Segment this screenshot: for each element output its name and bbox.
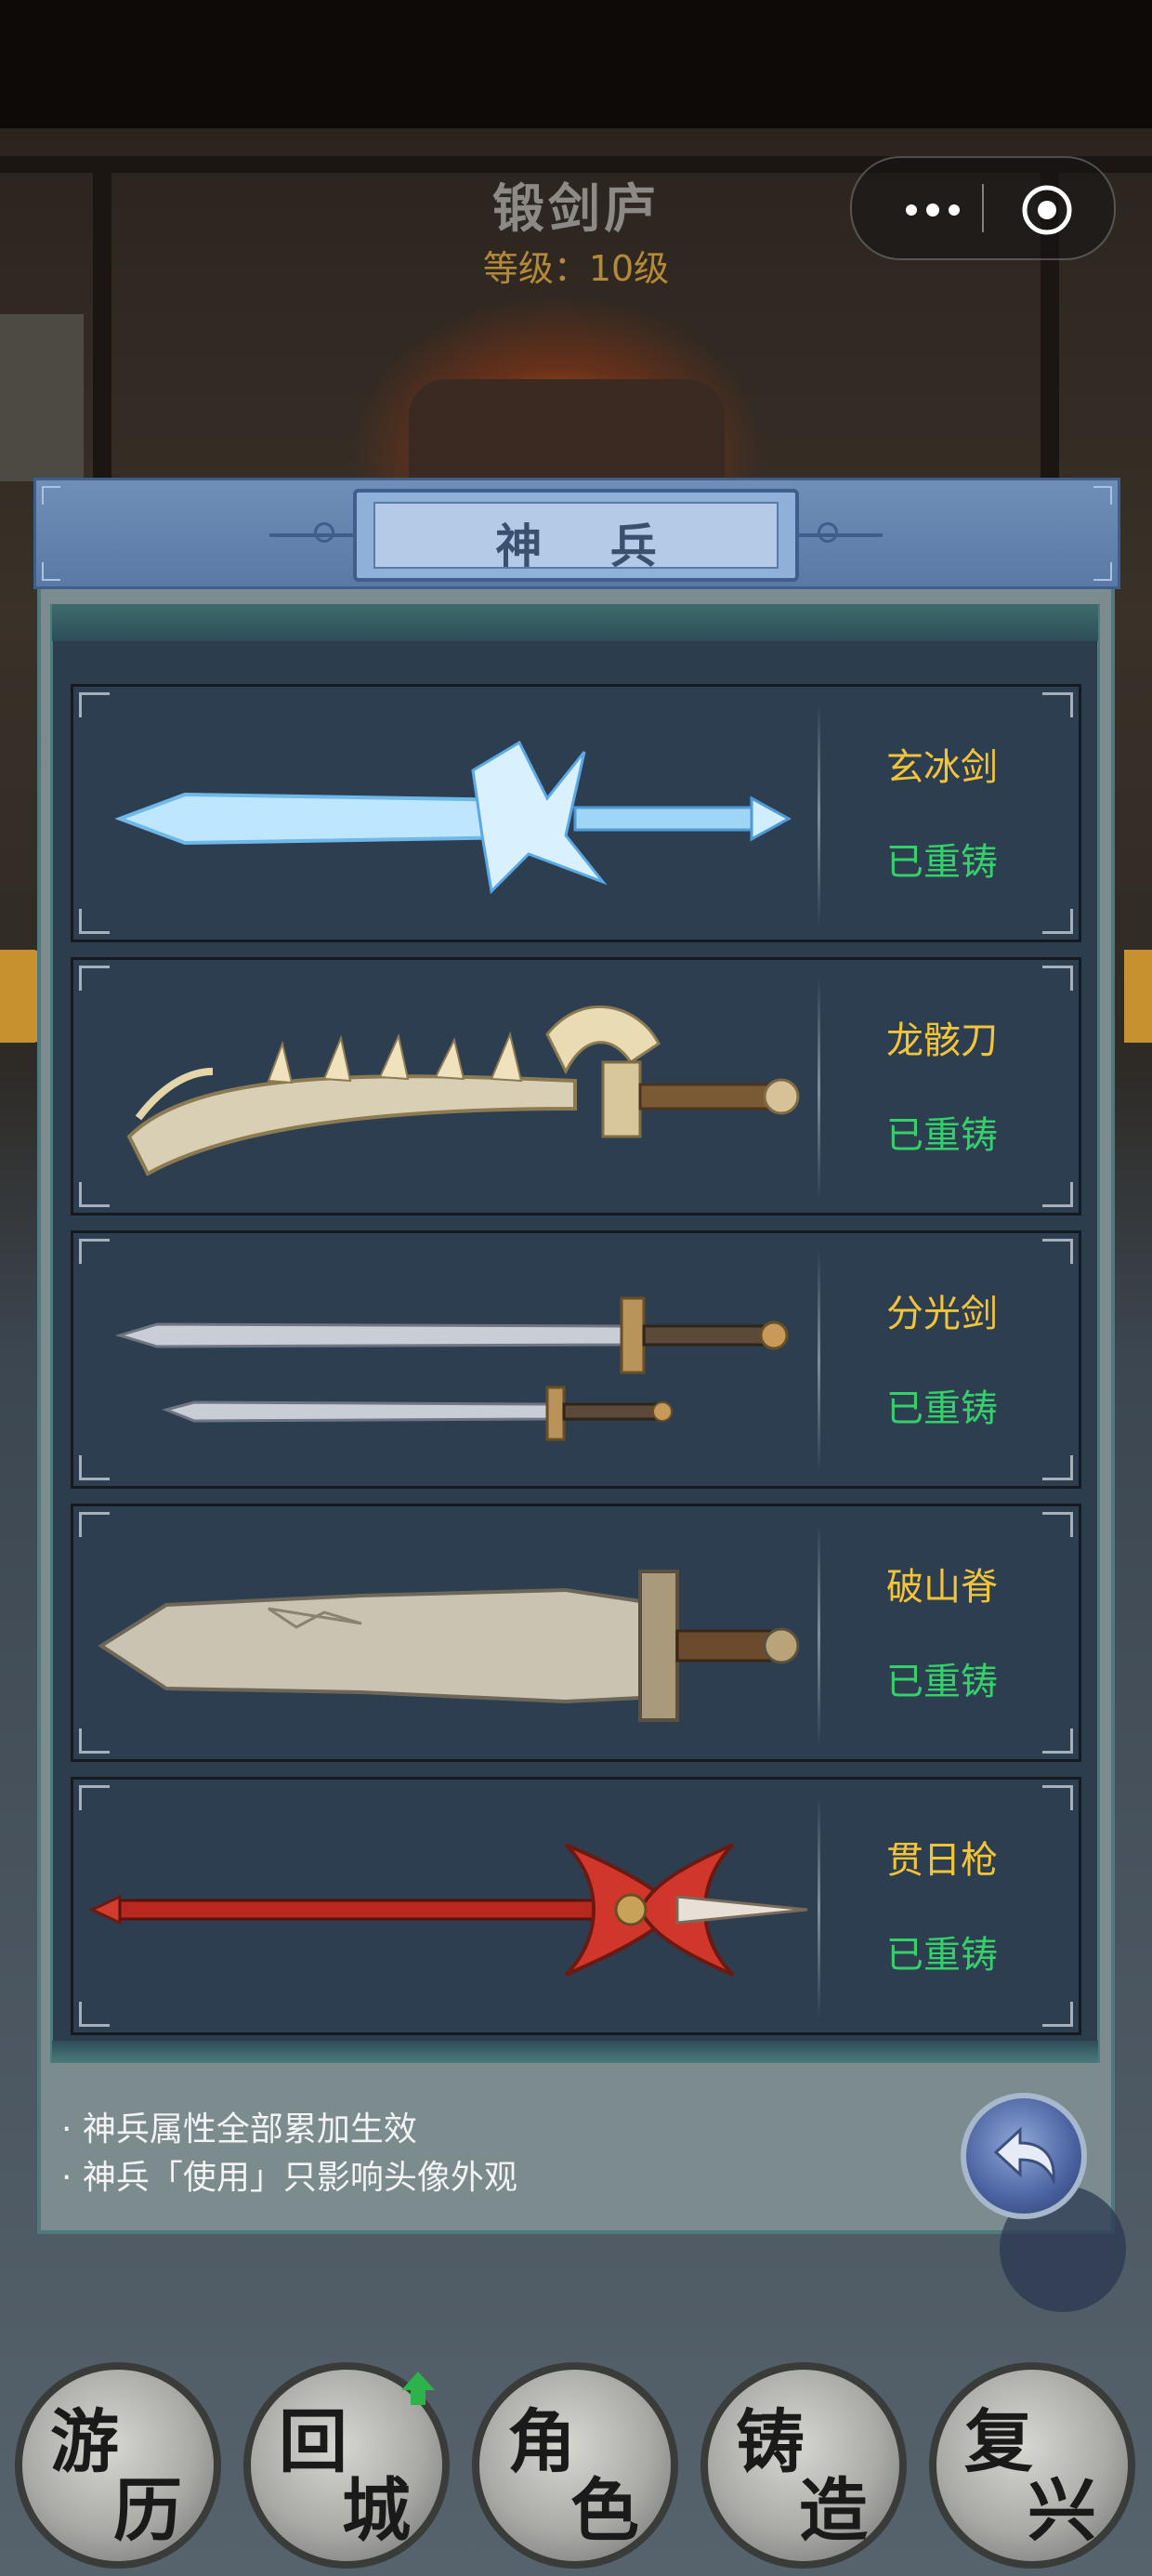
weapon-status: 已重铸 [886, 1114, 998, 1157]
weapon-status: 已重铸 [886, 1934, 998, 1977]
nav-label-char: 城 [342, 2471, 411, 2551]
weapon-card-mountain-breaker[interactable]: 破山脊 已重铸 [71, 1504, 1081, 1762]
list-bottom-edge [52, 2041, 1098, 2063]
weapon-card-sun-piercing-spear[interactable]: 贯日枪 已重铸 [71, 1777, 1081, 2035]
side-tab-right[interactable] [1124, 950, 1152, 1043]
weapon-status: 已重铸 [886, 841, 998, 884]
panel-title: 神 兵 [495, 519, 683, 573]
nav-label-char: 铸 [736, 2402, 805, 2482]
weapon-card-ice-sword[interactable]: 玄冰剑 已重铸 [71, 684, 1081, 942]
side-task-tab[interactable] [0, 950, 41, 1043]
weapon-status: 已重铸 [886, 1661, 998, 1703]
list-top-edge [52, 604, 1098, 641]
nav-revival-button[interactable]: 复 兴 [929, 2362, 1135, 2569]
weapon-name: 玄冰剑 [886, 746, 998, 789]
nav-travel-button[interactable]: 游 历 [15, 2362, 221, 2569]
capsule-divider [982, 184, 984, 232]
upgrade-arrow-icon [401, 2372, 435, 2405]
nav-label-char: 游 [50, 2402, 119, 2482]
back-button[interactable] [961, 2093, 1087, 2219]
page-title: 锻剑庐 [492, 179, 660, 240]
title-hook-left [269, 533, 353, 537]
weapon-name: 贯日枪 [886, 1839, 998, 1882]
ice-sword-icon [114, 740, 792, 895]
nav-label-char: 角 [507, 2402, 576, 2482]
stone-greatsword-icon [98, 1570, 800, 1722]
nav-label-char: 复 [964, 2402, 1033, 2482]
nav-character-button[interactable]: 角 色 [472, 2362, 678, 2569]
panel-title-plate: 神 兵 [353, 489, 799, 582]
title-ring-left [314, 522, 334, 543]
nav-label-char: 色 [570, 2471, 639, 2551]
dragon-blade-icon [126, 1005, 800, 1176]
back-arrow-icon [993, 2126, 1055, 2186]
more-dots-icon[interactable] [880, 178, 982, 238]
mini-program-capsule [850, 156, 1116, 260]
status-bar [0, 0, 1152, 128]
nav-label-char: 造 [799, 2471, 868, 2551]
title-hook-right [799, 533, 883, 537]
weapon-name: 分光剑 [886, 1293, 998, 1335]
target-icon[interactable] [1021, 184, 1073, 236]
note-line-2: · 神兵「使用」只影响头像外观 [61, 2159, 517, 2197]
bottom-nav: 游 历 回 城 角 色 铸 造 复 兴 [0, 2342, 1152, 2576]
weapon-card-dragon-blade[interactable]: 龙骸刀 已重铸 [71, 957, 1081, 1216]
note-line-1: · 神兵属性全部累加生效 [61, 2110, 417, 2149]
weapon-name: 龙骸刀 [886, 1019, 998, 1062]
red-spear-icon [88, 1843, 807, 1977]
nav-label-char: 回 [279, 2402, 347, 2482]
nav-label-char: 兴 [1028, 2471, 1096, 2551]
nav-forge-button[interactable]: 铸 造 [700, 2362, 907, 2569]
nav-label-char: 历 [113, 2471, 182, 2551]
title-ring-right [818, 522, 838, 543]
twin-swords-icon [114, 1296, 789, 1441]
forge-level: 等级：10级 [482, 248, 670, 289]
weapon-card-split-light-sword[interactable]: 分光剑 已重铸 [71, 1230, 1081, 1489]
weapon-name: 破山脊 [886, 1566, 998, 1609]
weapon-status: 已重铸 [886, 1387, 998, 1430]
